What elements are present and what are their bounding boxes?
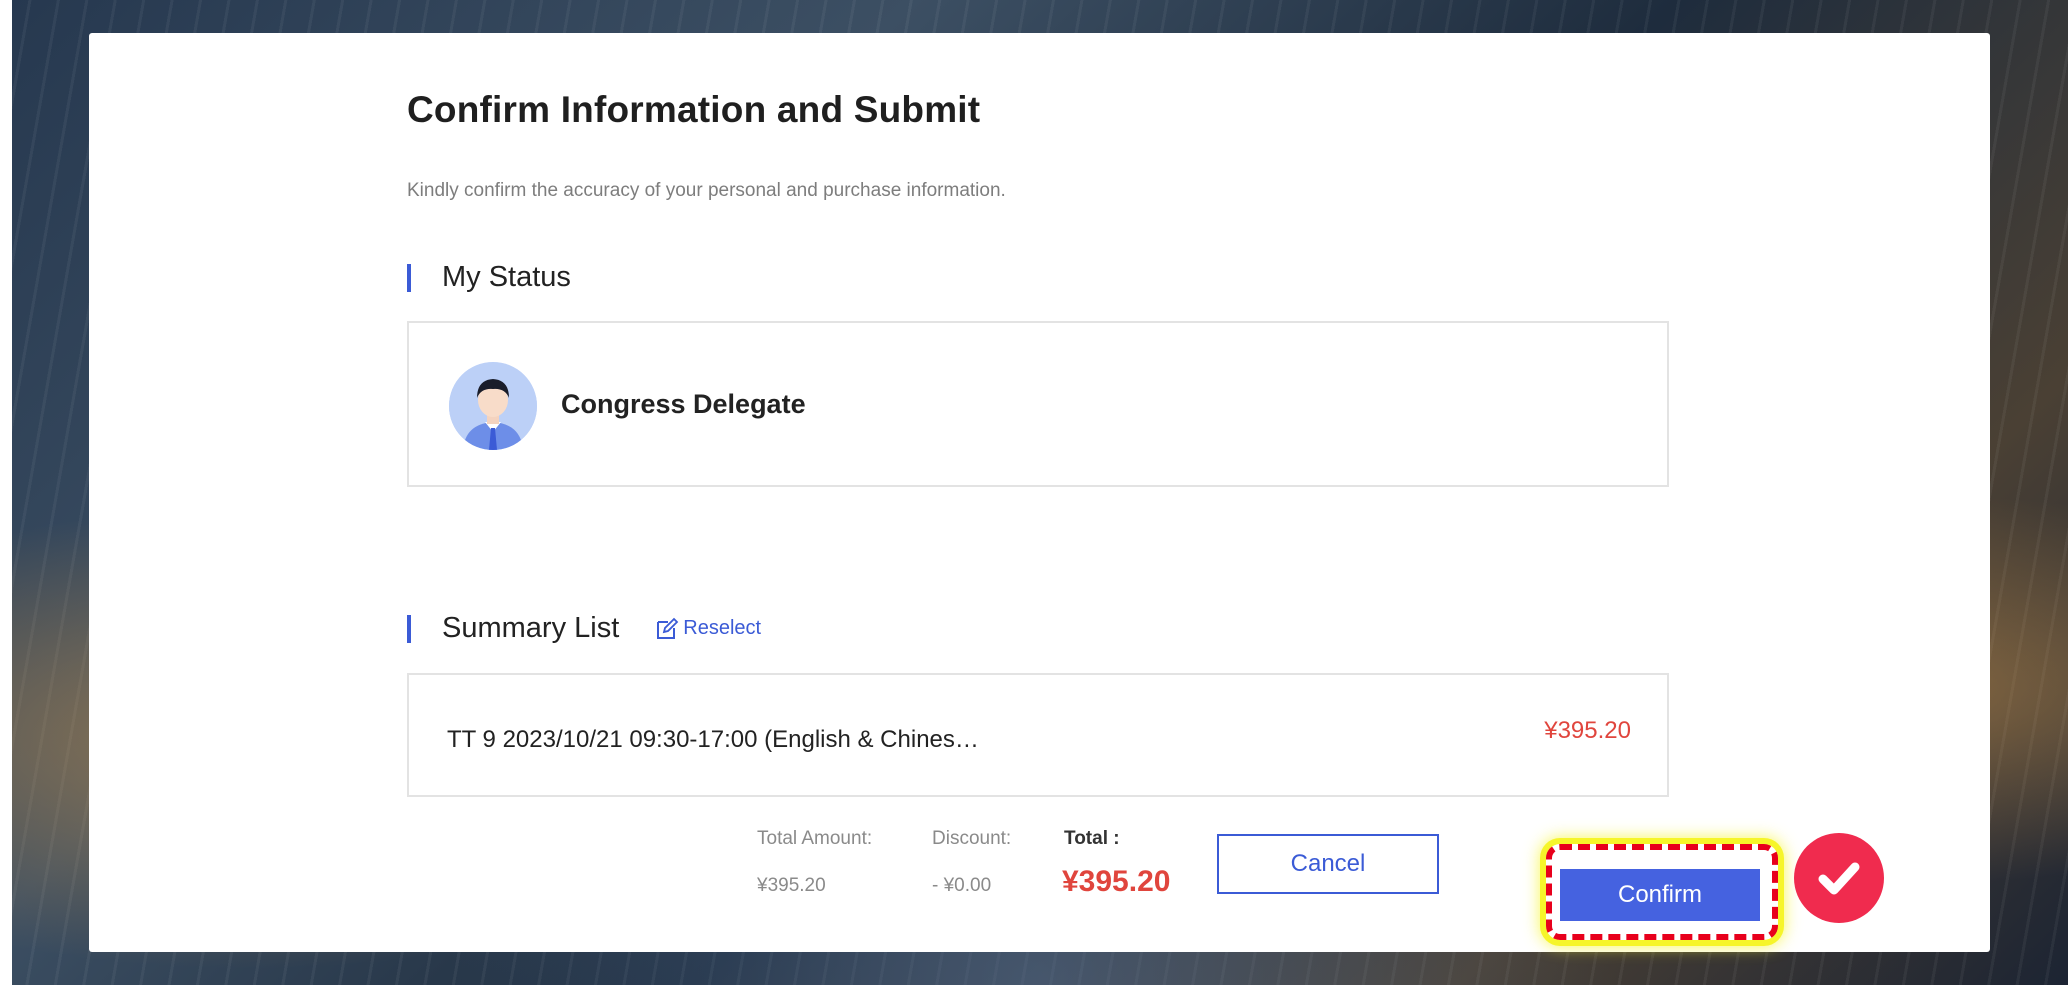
left-page-edge: [0, 0, 12, 985]
summary-list: TT 9 2023/10/21 09:30-17:00 (English & C…: [407, 673, 1669, 797]
edit-icon: [657, 617, 679, 639]
my-status-title: My Status: [442, 261, 571, 293]
total-amount-label: Total Amount:: [757, 828, 873, 849]
confirm-dialog: Confirm Information and Submit Kindly co…: [89, 33, 1990, 952]
cancel-button[interactable]: Cancel: [1217, 834, 1439, 894]
section-accent-bar: [407, 263, 411, 292]
status-label: Congress Delegate: [561, 389, 806, 419]
summary-item-price: ¥395.20: [1544, 717, 1631, 744]
total-label: Total :: [1064, 828, 1120, 849]
reselect-link[interactable]: Reselect: [655, 617, 761, 641]
total-amount-value: ¥395.20: [757, 875, 826, 896]
person-avatar-icon: [449, 362, 537, 450]
dialog-subtitle: Kindly confirm the accuracy of your pers…: [407, 180, 1006, 201]
summary-item-name: TT 9 2023/10/21 09:30-17:00 (English & C…: [447, 726, 979, 753]
discount-label: Discount:: [932, 828, 1012, 849]
status-card: Congress Delegate: [407, 321, 1669, 487]
total-value: ¥395.20: [1062, 865, 1171, 898]
section-accent-bar: [407, 614, 411, 643]
summary-list-title: Summary List: [442, 612, 620, 644]
summary-list-heading: Summary List Reselect: [407, 612, 761, 645]
my-status-heading: My Status: [407, 261, 571, 294]
reselect-label: Reselect: [683, 617, 762, 639]
checkmark-icon: [1794, 833, 1884, 923]
dialog-title: Confirm Information and Submit: [407, 89, 981, 130]
confirm-button[interactable]: Confirm: [1560, 869, 1760, 921]
discount-value: - ¥0.00: [932, 875, 992, 896]
